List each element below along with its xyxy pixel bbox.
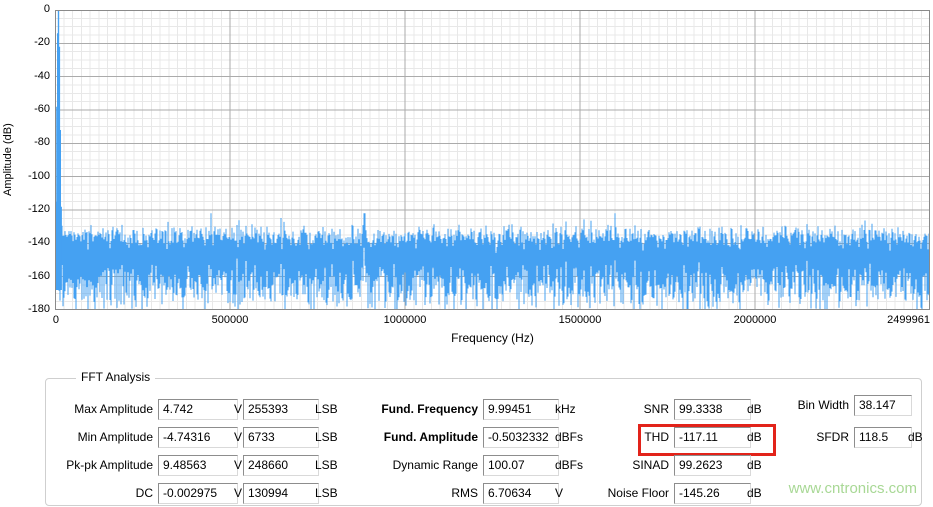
dynamic-range-field: 100.07 <box>483 455 559 476</box>
watermark: www.cntronics.com <box>788 480 917 497</box>
panel-title: FFT Analysis <box>76 370 156 384</box>
x-tick-label: 0 <box>52 314 59 326</box>
unit-label: dB <box>747 486 762 500</box>
unit-label: V <box>234 430 243 444</box>
unit-label: dB <box>747 430 762 444</box>
rms-label: RMS <box>451 486 478 500</box>
snr-field: 99.3338 <box>674 399 751 420</box>
noise-floor-field: -145.26 <box>674 483 751 504</box>
unit-label: dBFs <box>555 458 584 472</box>
unit-label: kHz <box>555 402 576 416</box>
dynamic-range-label: Dynamic Range <box>392 458 478 472</box>
x-tick-label: 2499961 <box>887 314 930 326</box>
sfdr-field: 118.5 <box>854 427 912 448</box>
bin-width-label: Bin Width <box>797 398 849 412</box>
y-tick-label: -140 <box>27 236 50 249</box>
noise-floor-label: Noise Floor <box>607 486 669 500</box>
unit-label: dB <box>747 458 762 472</box>
min-amplitude-label: Min Amplitude <box>77 430 153 444</box>
thd-field: -117.11 <box>674 427 751 448</box>
unit-label: V <box>234 486 243 500</box>
unit-label: dB <box>747 402 762 416</box>
unit-label: V <box>234 458 243 472</box>
sinad-label: SINAD <box>632 458 669 472</box>
y-tick-label: -20 <box>34 36 50 49</box>
y-axis-ticks: 0 -20 -40 -60 -80 -100 -120 -140 -160 -180 <box>14 3 50 315</box>
y-tick-label: -40 <box>34 69 50 82</box>
min-amplitude-volts-field: -4.74316 <box>158 427 238 448</box>
dc-volts-field: -0.002975 <box>158 483 238 504</box>
snr-label: SNR <box>643 402 669 416</box>
fund-frequency-field: 9.99451 <box>483 399 559 420</box>
y-tick-label: -100 <box>27 169 50 182</box>
max-amplitude-label: Max Amplitude <box>74 402 153 416</box>
thd-label: THD <box>644 430 669 444</box>
y-axis-label: Amplitude (dB) <box>2 123 14 197</box>
y-tick-label: -120 <box>27 203 50 215</box>
bin-width-field: 38.147 <box>854 395 912 416</box>
dc-label: DC <box>135 486 153 500</box>
x-tick-label: 500000 <box>211 314 249 326</box>
y-tick-label: -160 <box>27 269 50 282</box>
y-tick-label: -60 <box>34 103 50 115</box>
y-tick-label: -180 <box>27 303 50 315</box>
unit-label: V <box>555 486 564 500</box>
pkpk-amplitude-label: Pk-pk Amplitude <box>66 458 153 472</box>
rms-field: 6.70634 <box>483 483 559 504</box>
unit-label: V <box>234 402 243 416</box>
unit-label: dB <box>908 430 923 444</box>
spectrum-canvas <box>55 10 930 310</box>
fund-amplitude-field: -0.5032332 <box>483 427 559 448</box>
pkpk-amplitude-volts-field: 9.48563 <box>158 455 238 476</box>
max-amplitude-volts-field: 4.742 <box>158 399 238 420</box>
fund-amplitude-label: Fund. Amplitude <box>383 430 478 444</box>
fund-frequency-label: Fund. Frequency <box>381 402 478 416</box>
x-axis-label: Frequency (Hz) <box>451 331 534 345</box>
x-axis-ticks: 0 500000 1000000 1500000 2000000 2499961 <box>52 314 930 328</box>
x-tick-label: 1500000 <box>558 314 602 326</box>
x-tick-label: 2000000 <box>733 314 777 326</box>
y-tick-label: -80 <box>34 136 50 149</box>
fft-plot: Amplitude (dB) 0 -20 -40 -60 -80 -100 -120 -140… <box>0 0 933 350</box>
fft-analyzer-window: Amplitude (dB) 0 -20 -40 -60 -80 -100 -120 -140… <box>0 0 933 507</box>
x-tick-label: 1000000 <box>383 314 427 326</box>
sinad-field: 99.2623 <box>674 455 751 476</box>
sfdr-label: SFDR <box>816 430 849 444</box>
unit-label: dBFs <box>555 430 584 444</box>
y-tick-label: 0 <box>43 3 50 15</box>
